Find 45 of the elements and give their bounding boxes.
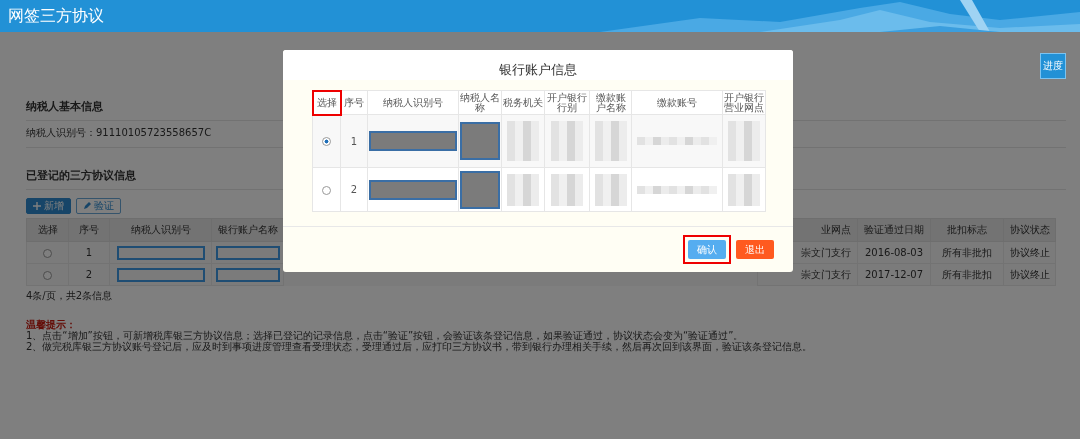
pixelation-mark xyxy=(551,173,583,206)
exit-button[interactable]: 退出 xyxy=(736,240,774,259)
column-header: 序号 xyxy=(68,218,110,242)
pagination-info: 4条/页，共2条信息 xyxy=(26,289,114,303)
pixelation-mark xyxy=(728,121,760,161)
column-header: 缴款账号 xyxy=(631,90,723,115)
verify-button[interactable]: 验证 xyxy=(76,198,121,214)
column-header: 协议状态 xyxy=(1003,218,1056,242)
column-header: 开户银行行别 xyxy=(544,90,590,115)
radio-button[interactable] xyxy=(322,185,331,195)
column-header: 验证通过日期 xyxy=(857,218,931,242)
column-header: 税务机关 xyxy=(501,90,545,115)
column-header: 选择 xyxy=(312,90,341,115)
radio-button[interactable] xyxy=(43,248,52,258)
column-header: 批扣标志 xyxy=(930,218,1004,242)
redaction-box xyxy=(215,267,280,282)
redaction-box xyxy=(460,170,500,209)
progress-button[interactable]: 进度 xyxy=(1040,53,1066,79)
tips-title: 温馨提示： xyxy=(26,319,77,330)
column-header: 纳税人名称 xyxy=(458,90,502,115)
column-header: 选择 xyxy=(26,218,69,242)
pixelation-mark xyxy=(594,121,627,161)
window-title: 网签三方协议 xyxy=(7,5,104,27)
pixelation-mark xyxy=(551,121,583,161)
confirm-button[interactable]: 确认 xyxy=(688,240,726,259)
add-button[interactable]: 新增 xyxy=(26,198,71,214)
column-header: 银行账户名称 xyxy=(211,218,284,242)
column-header: 纳税人识别号 xyxy=(367,90,459,115)
tip-text: 1、点击“增加”按钮，可新增税库银三方协议信息；选择已登记的记录信息，点击“验证”按钮，会验证该条登记信息，如果验证通过，协议状态会变为“验证通过”。 xyxy=(26,330,744,341)
redaction-box xyxy=(460,122,500,160)
column-header: 纳税人识别号 xyxy=(109,218,212,242)
pixelation-mark xyxy=(507,121,539,161)
tip-text: 2、做完税库银三方协议账号登记后，应及时到事项进度管理查看受理状态，受理通过后，应打印三方协议书，带到银行办理相关手续，然后再次回到该界面，验证该条登记信息。 xyxy=(26,341,814,352)
plus-icon xyxy=(33,202,41,210)
pixelation-mark xyxy=(507,173,539,206)
column-header: 开户银行营业网点 xyxy=(722,90,766,115)
column-header: 缴款账户名称 xyxy=(589,90,632,115)
pencil-icon xyxy=(83,202,91,210)
redaction-box xyxy=(215,245,280,260)
pixelation-mark xyxy=(594,173,627,206)
dialog-title: 银行账户信息 xyxy=(283,50,793,80)
radio-button[interactable] xyxy=(43,270,52,280)
pixelation-mark xyxy=(728,173,760,206)
column-header: 序号 xyxy=(340,90,368,115)
radio-button[interactable] xyxy=(322,137,331,146)
